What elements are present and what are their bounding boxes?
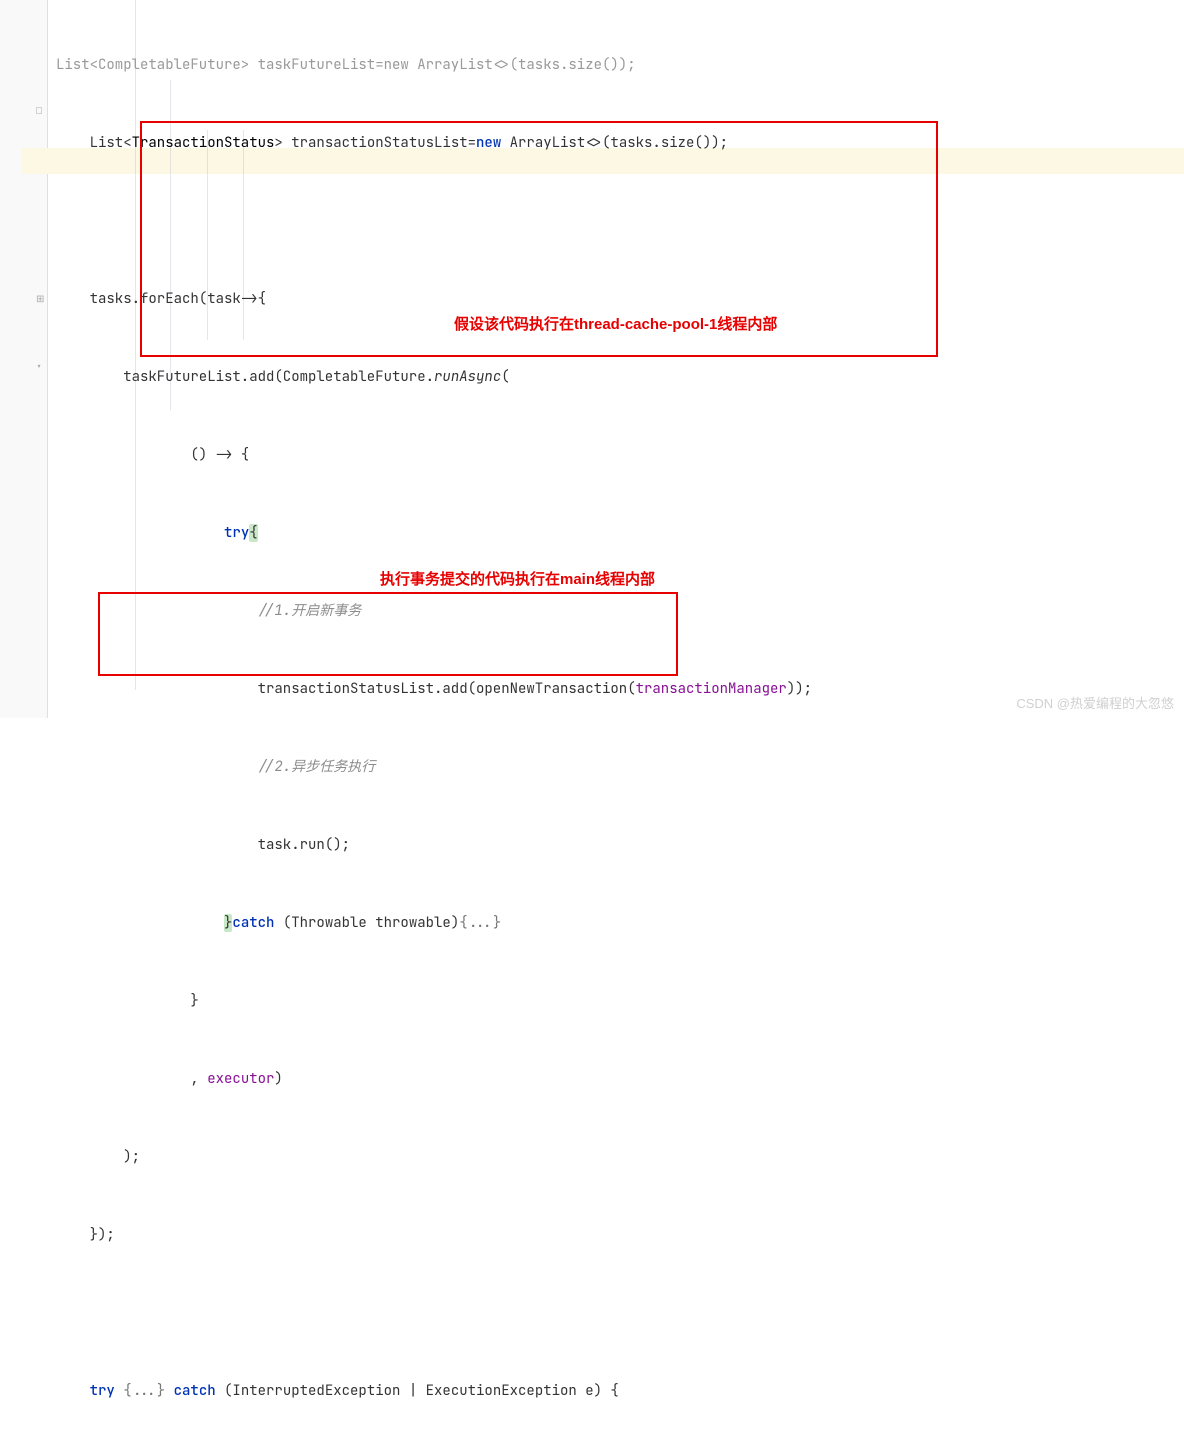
- indent-guide: [135, 0, 136, 690]
- code-line: () -> {: [56, 442, 1176, 468]
- code-line: }catch (Throwable throwable){...}: [56, 910, 1176, 936]
- code-line: List<CompletableFuture> taskFutureList=n…: [56, 52, 1176, 78]
- code-line: );: [56, 1144, 1176, 1170]
- code-line: taskFutureList.add(CompletableFuture.run…: [56, 364, 1176, 390]
- code-line: List<TransactionStatus> transactionStatu…: [56, 130, 1176, 156]
- editor-gutter: □ ▾ ⊞ ▾: [0, 0, 48, 718]
- code-line: });: [56, 1222, 1176, 1248]
- annotation-label-2: 执行事务提交的代码执行在main线程内部: [380, 568, 655, 589]
- fold-marker-icon[interactable]: □: [36, 104, 46, 114]
- code-line: , executor): [56, 1066, 1176, 1092]
- code-line: }: [56, 988, 1176, 1014]
- annotation-label-1: 假设该代码执行在thread-cache-pool-1线程内部: [454, 313, 777, 334]
- code-line: task.run();: [56, 832, 1176, 858]
- code-line: try {...} catch (InterruptedException | …: [56, 1378, 1176, 1404]
- code-line: tasks.forEach(task->{: [56, 286, 1176, 312]
- chevron-down-icon[interactable]: ▾: [36, 360, 46, 370]
- code-line: transactionStatusList.add(openNewTransac…: [56, 676, 1176, 702]
- code-line: [56, 1300, 1176, 1326]
- code-line: //2.异步任务执行: [56, 754, 1176, 780]
- code-line: try{: [56, 520, 1176, 546]
- code-line: [56, 208, 1176, 234]
- code-line: //1.开启新事务: [56, 598, 1176, 624]
- code-editor[interactable]: List<CompletableFuture> taskFutureList=n…: [48, 0, 1184, 1436]
- fold-marker-icon[interactable]: ⊞: [36, 292, 46, 302]
